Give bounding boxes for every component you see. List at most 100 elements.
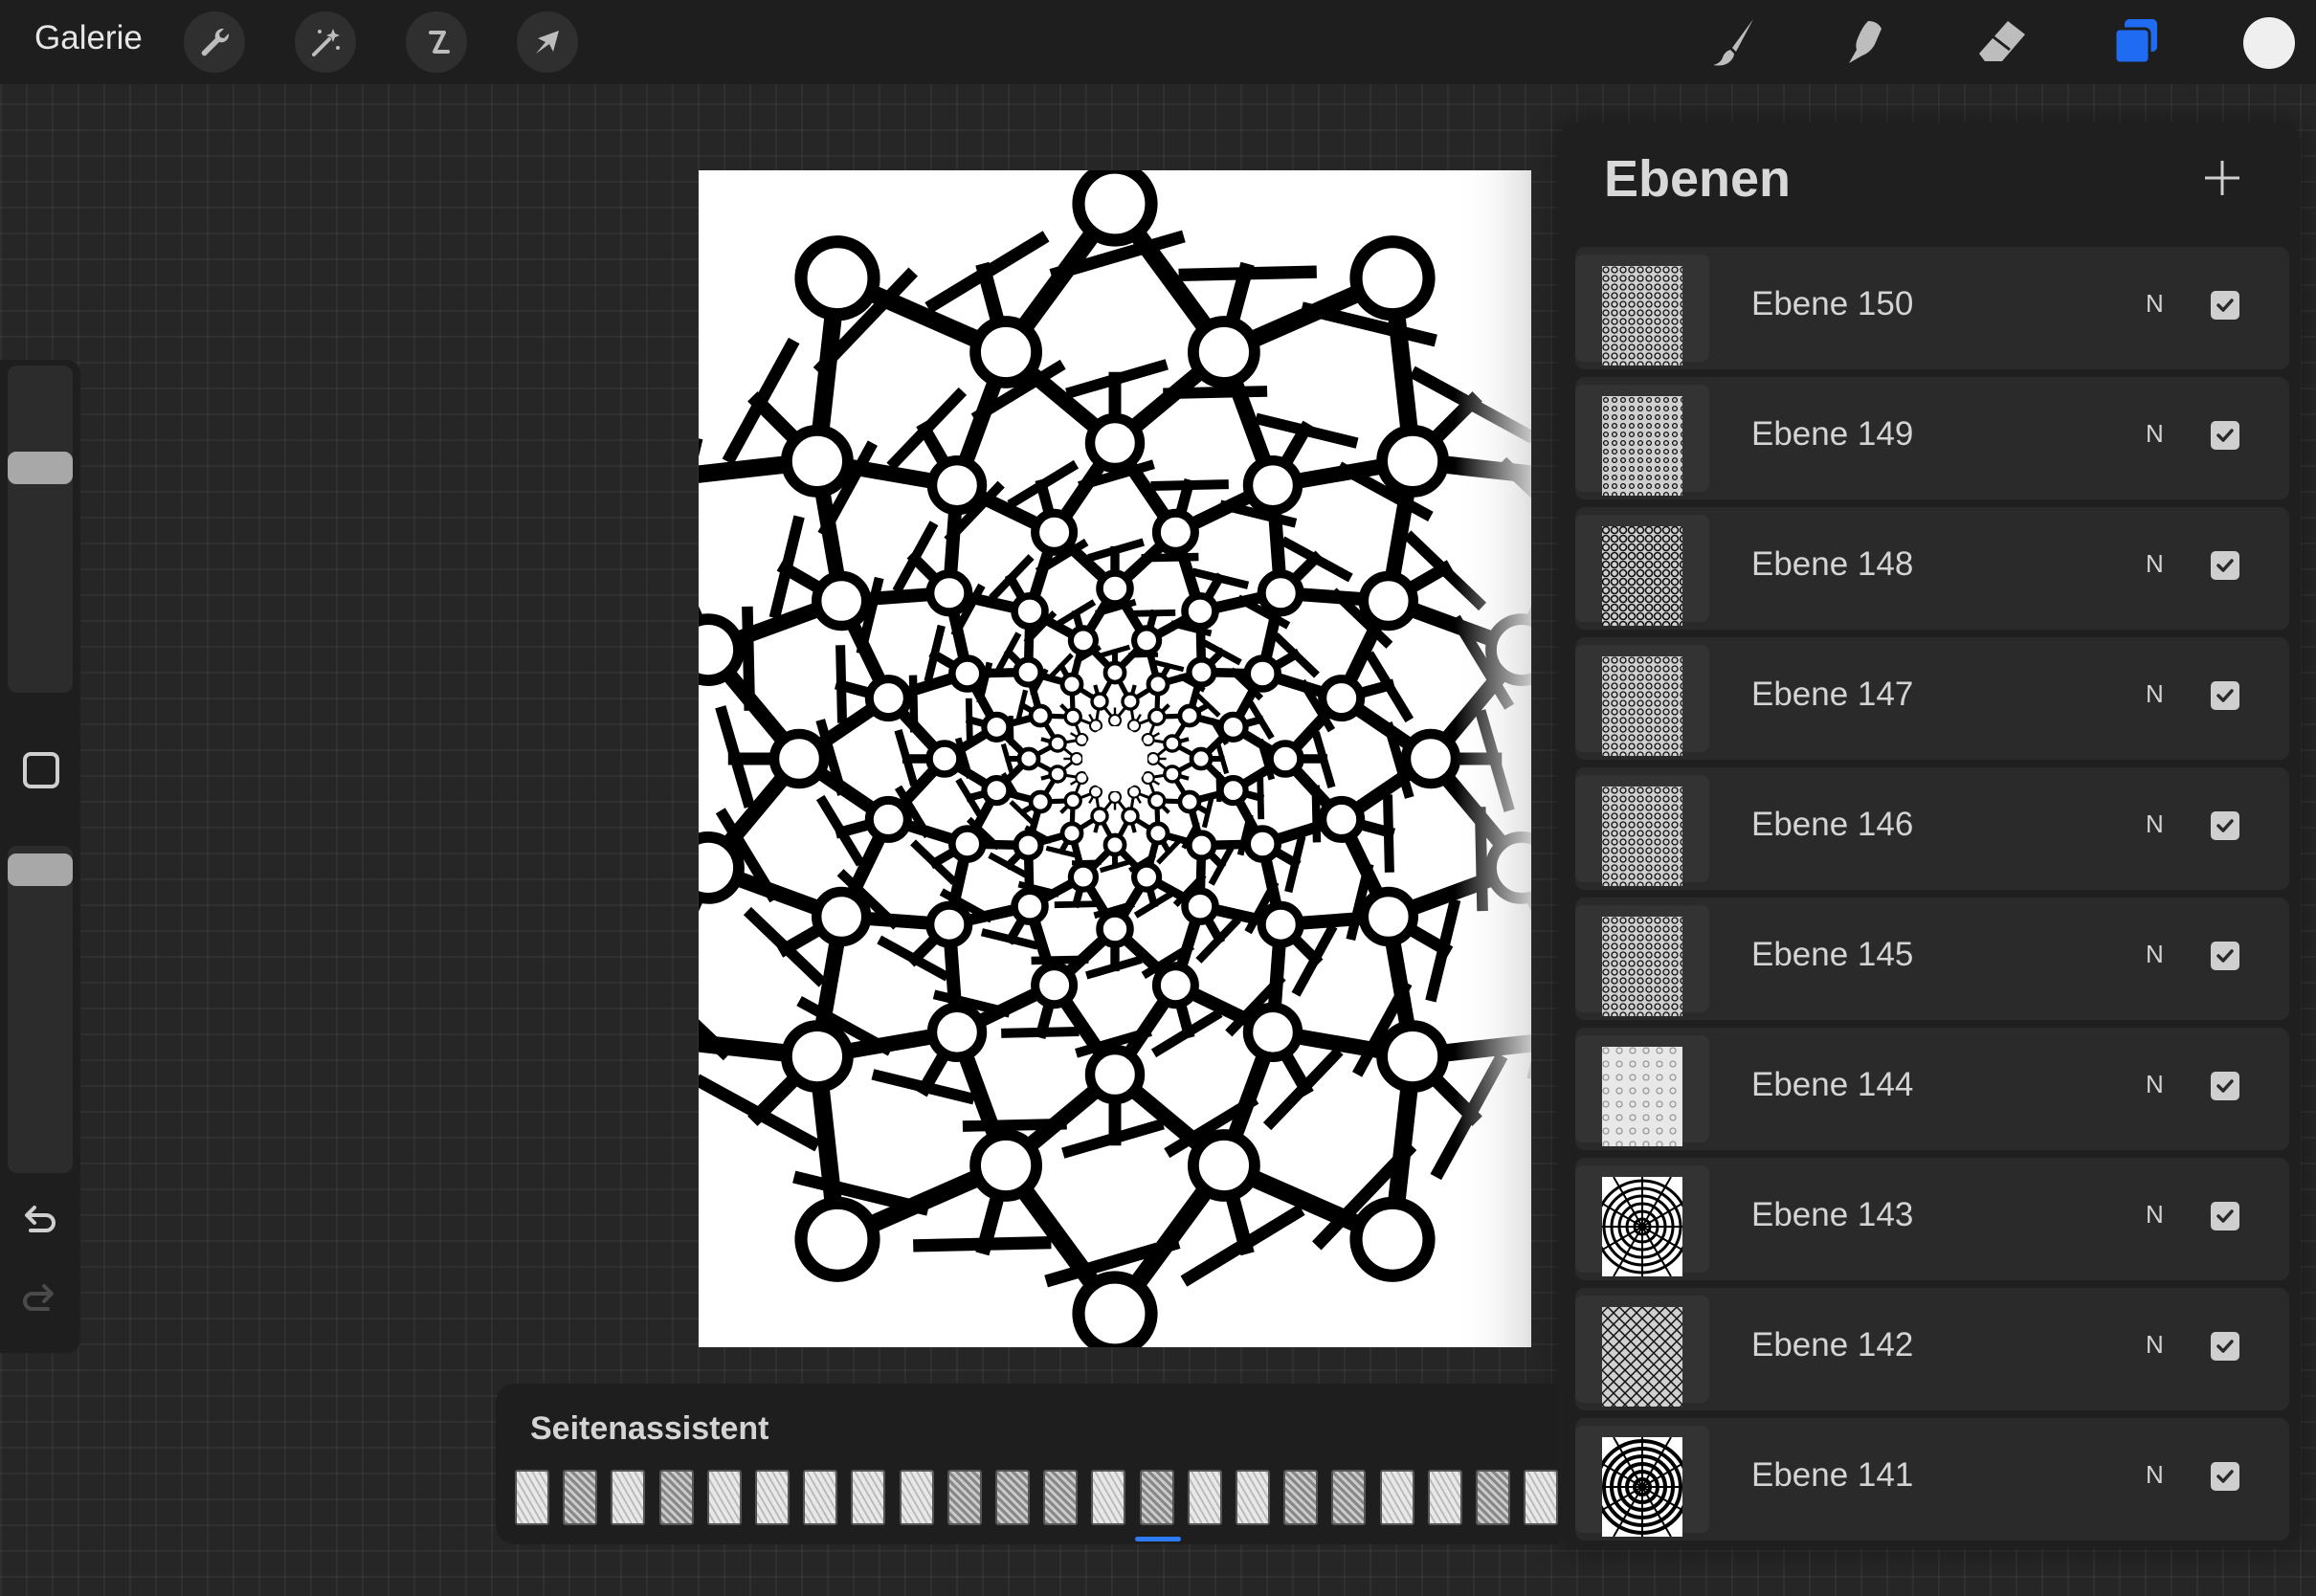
redo-icon[interactable]	[15, 1276, 63, 1324]
page-thumbnail[interactable]	[1187, 1470, 1222, 1525]
blend-mode-button[interactable]: N	[2146, 809, 2164, 839]
page-thumbnail[interactable]	[755, 1470, 790, 1525]
checkmark-icon	[2216, 949, 2234, 963]
layer-row[interactable]: Ebene 143 N	[1575, 1158, 2289, 1280]
brush-size-slider[interactable]	[8, 366, 73, 693]
blend-mode-button[interactable]: N	[2146, 1330, 2164, 1360]
layer-thumbnail	[1602, 396, 1682, 496]
page-thumbnail[interactable]	[611, 1470, 646, 1525]
layer-row[interactable]: Ebene 150 N	[1575, 247, 2289, 369]
blend-mode-button[interactable]: N	[2146, 940, 2164, 969]
actions-wrench-button[interactable]	[184, 11, 245, 73]
layer-row[interactable]: Ebene 146 N	[1575, 767, 2289, 890]
page-thumbnail[interactable]	[1524, 1470, 1558, 1525]
drawing-canvas[interactable]	[699, 170, 1531, 1347]
gallery-button[interactable]: Galerie	[34, 19, 143, 57]
layer-name: Ebene 145	[1751, 936, 1914, 973]
layers-tool-button[interactable]	[2107, 13, 2165, 71]
layer-thumbnail-frame	[1575, 1035, 1709, 1146]
layer-row[interactable]: Ebene 149 N	[1575, 377, 2289, 499]
layer-name: Ebene 141	[1751, 1456, 1914, 1494]
opacity-slider[interactable]	[8, 846, 73, 1173]
layer-row[interactable]: Ebene 148 N	[1575, 507, 2289, 630]
wrench-icon	[201, 28, 230, 56]
brush-icon	[1713, 19, 1753, 66]
layer-visibility-checkbox[interactable]	[2211, 291, 2239, 320]
checkmark-icon	[2216, 819, 2234, 832]
layer-thumbnail-frame	[1575, 255, 1709, 366]
layer-visibility-checkbox[interactable]	[2211, 681, 2239, 710]
page-thumbnail[interactable]	[1476, 1470, 1510, 1525]
page-thumbnail[interactable]	[1379, 1470, 1414, 1525]
brush-size-thumb[interactable]	[8, 452, 73, 484]
modify-square-icon[interactable]	[23, 752, 59, 788]
layer-name: Ebene 150	[1751, 285, 1914, 322]
checkmark-icon	[2216, 299, 2234, 312]
blend-mode-button[interactable]: N	[2146, 679, 2164, 709]
selection-icon	[429, 31, 450, 54]
page-thumbnail[interactable]	[1236, 1470, 1270, 1525]
layer-thumbnail-frame	[1575, 385, 1709, 496]
blend-mode-button[interactable]: N	[2146, 419, 2164, 449]
opacity-thumb[interactable]	[8, 853, 73, 886]
blend-mode-button[interactable]: N	[2146, 289, 2164, 319]
page-thumbnail[interactable]	[899, 1470, 934, 1525]
layers-panel: Ebenen Ebene 150 N Ebene 149 N Ebene 148 N Ebe…	[1558, 122, 2301, 1548]
page-thumbnail[interactable]	[563, 1470, 598, 1525]
eraser-tool-button[interactable]	[1973, 13, 2031, 71]
layer-visibility-checkbox[interactable]	[2211, 811, 2239, 840]
transform-button[interactable]	[517, 11, 578, 73]
page-thumbnail[interactable]	[946, 1470, 982, 1525]
layer-thumbnail-frame	[1575, 515, 1709, 626]
plus-icon[interactable]	[2199, 155, 2245, 201]
selection-button[interactable]	[406, 11, 467, 73]
layer-visibility-checkbox[interactable]	[2211, 1202, 2239, 1230]
layer-visibility-checkbox[interactable]	[2211, 1072, 2239, 1100]
layer-visibility-checkbox[interactable]	[2211, 942, 2239, 970]
layer-thumbnail	[1602, 787, 1682, 886]
undo-icon[interactable]	[15, 1198, 63, 1246]
page-thumbnail[interactable]	[1043, 1470, 1079, 1525]
layer-row[interactable]: Ebene 141 N	[1575, 1418, 2289, 1541]
color-picker-button[interactable]	[2243, 17, 2295, 69]
layer-thumbnail-frame	[1575, 905, 1709, 1016]
layer-name: Ebene 147	[1751, 676, 1914, 713]
smudge-tool-button[interactable]	[1839, 13, 1897, 71]
layer-name: Ebene 146	[1751, 806, 1914, 843]
blend-mode-button[interactable]: N	[2146, 1070, 2164, 1099]
checkmark-icon	[2216, 1470, 2234, 1483]
blend-mode-button[interactable]: N	[2146, 1460, 2164, 1490]
procreate-workspace: Galerie Ebenen Ebene 150 N Ebene 149 N E…	[0, 0, 2316, 1596]
layer-row[interactable]: Ebene 147 N	[1575, 637, 2289, 760]
layer-thumbnail-frame	[1575, 1296, 1709, 1407]
layer-visibility-checkbox[interactable]	[2211, 551, 2239, 580]
page-thumbnail[interactable]	[706, 1470, 742, 1525]
page-thumbnail[interactable]	[1091, 1470, 1126, 1525]
layer-thumbnail-frame	[1575, 775, 1709, 886]
blend-mode-button[interactable]: N	[2146, 549, 2164, 579]
layer-row[interactable]: Ebene 144 N	[1575, 1028, 2289, 1150]
brush-tool-button[interactable]	[1705, 13, 1763, 71]
page-thumbnail[interactable]	[658, 1470, 694, 1525]
layer-visibility-checkbox[interactable]	[2211, 421, 2239, 450]
page-thumbnail[interactable]	[1139, 1470, 1174, 1525]
page-thumbnail[interactable]	[803, 1470, 838, 1525]
smudge-icon	[1849, 21, 1882, 63]
checkmark-icon	[2216, 429, 2234, 442]
page-thumbnail[interactable]	[1283, 1470, 1319, 1525]
blend-mode-button[interactable]: N	[2146, 1200, 2164, 1230]
left-sidebar	[0, 360, 80, 1353]
layer-name: Ebene 149	[1751, 415, 1914, 453]
layer-visibility-checkbox[interactable]	[2211, 1332, 2239, 1361]
page-thumbnail[interactable]	[515, 1470, 549, 1525]
adjustments-button[interactable]	[295, 11, 356, 73]
layer-row[interactable]: Ebene 142 N	[1575, 1288, 2289, 1410]
page-thumbnail[interactable]	[851, 1470, 886, 1525]
page-thumbnail[interactable]	[995, 1470, 1030, 1525]
layer-thumbnail-frame	[1575, 1426, 1709, 1537]
page-thumbnail[interactable]	[1427, 1470, 1462, 1525]
layer-visibility-checkbox[interactable]	[2211, 1462, 2239, 1491]
layer-row[interactable]: Ebene 145 N	[1575, 898, 2289, 1020]
mandala-artwork	[699, 170, 1531, 1347]
page-thumbnail[interactable]	[1331, 1470, 1367, 1525]
